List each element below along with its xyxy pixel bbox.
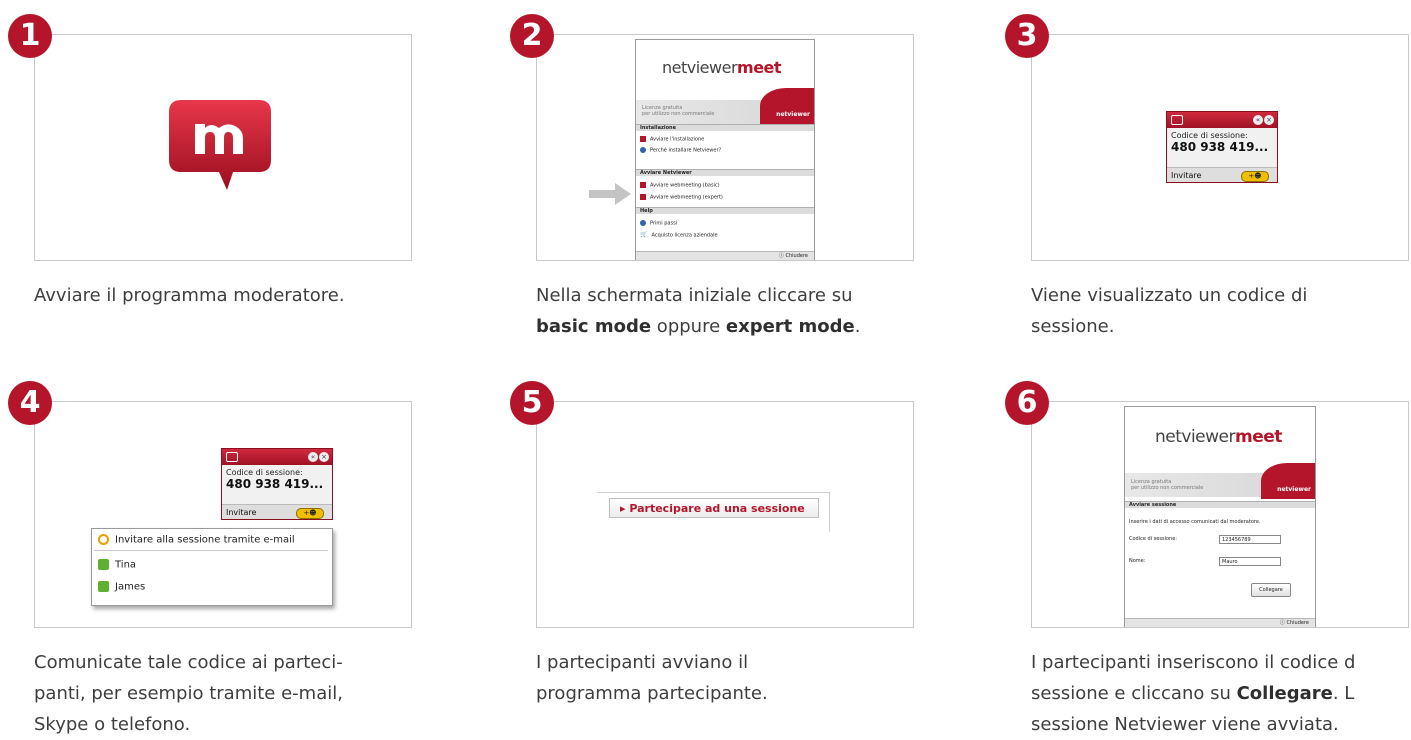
step-caption: I partecipanti inseriscono il codice d s… [1031, 652, 1356, 735]
help-icon [640, 147, 646, 153]
section-avviare-netviewer: Avviare Netviewer [636, 169, 814, 176]
step-6-screenshot: netviewermeet Licenza gratuita per utiliz… [1031, 401, 1409, 628]
menu-item-basic[interactable]: Avviare webmeeting (basic) [640, 182, 720, 189]
invite-email-item[interactable]: Invitare alla sessione tramite e-mail [98, 534, 295, 546]
meet-icon [640, 182, 646, 188]
connect-button[interactable]: Collegare [1251, 583, 1291, 597]
step-number-badge: 3 [1005, 14, 1049, 58]
minimize-icon[interactable]: « [308, 452, 318, 462]
meet-icon [640, 136, 646, 142]
close-icon[interactable]: × [1264, 115, 1274, 125]
close-icon[interactable]: × [319, 452, 329, 462]
netviewer-tab: netviewer [760, 88, 814, 124]
netviewer-brand: netviewermeet [662, 58, 782, 77]
netviewer-launcher-window: netviewermeet Licenza gratuita per utiliz… [635, 39, 815, 260]
session-code-input[interactable]: 123456789 [1219, 535, 1281, 544]
step-caption: I partecipanti avviano il programma part… [536, 652, 768, 704]
name-label: Nome: [1129, 558, 1146, 564]
session-code: 480 938 419... [1171, 140, 1269, 154]
session-code-widget: «× Codice di sessione: 480 938 419... In… [221, 448, 333, 520]
step-1-screenshot [34, 34, 412, 261]
contact-icon [98, 559, 109, 570]
menu-item-first-steps[interactable]: Primi passi [640, 220, 677, 227]
section-help: Help [636, 207, 814, 214]
step-5-screenshot: ▸ Partecipare ad una sessione [536, 401, 914, 628]
step-caption: Nella schermata iniziale cliccare su bas… [536, 285, 861, 337]
netviewer-tab: netviewer [1261, 463, 1315, 499]
contact-icon [98, 581, 109, 592]
add-participant-button[interactable]: +☻ [1241, 171, 1269, 182]
step-2-screenshot: netviewermeet Licenza gratuita per utiliz… [536, 34, 914, 261]
invite-menu: Invitare alla sessione tramite e-mail Ti… [91, 528, 333, 606]
step-number-badge: 5 [510, 381, 554, 425]
license-note: Licenza gratuita per utilizzo non commerc… [642, 105, 715, 117]
contact-item[interactable]: James [98, 581, 145, 593]
add-participant-button[interactable]: +☻ [296, 508, 324, 519]
cart-icon: 🛒 [640, 231, 648, 238]
section-installazione: Installazione [636, 124, 814, 131]
meet-icon [640, 194, 646, 200]
step-number-badge: 2 [510, 14, 554, 58]
section-avviare-sessione: Avviare sessione [1125, 501, 1315, 508]
step-caption: Viene visualizzato un codice di sessione… [1031, 285, 1308, 337]
clock-icon [98, 534, 109, 545]
step-caption: Comunicate tale codice ai parteci- panti… [34, 652, 343, 735]
session-dialog: netviewermeet Licenza gratuita per utiliz… [1124, 406, 1316, 627]
menu-item-buy-license[interactable]: 🛒 Acquisto licenza aziendale [640, 232, 718, 239]
help-icon [640, 220, 646, 226]
step-number-badge: 4 [8, 381, 52, 425]
menu-item-expert[interactable]: Avviare webmeeting (expert) [640, 194, 723, 201]
menu-item-install[interactable]: Avviare l'installazione [640, 136, 704, 143]
session-code: 480 938 419... [226, 477, 324, 491]
step-3-screenshot: «× Codice di sessione: 480 938 419... In… [1031, 34, 1409, 261]
contact-item[interactable]: Tina [98, 559, 136, 571]
code-label: Codice di sessione: [1129, 536, 1177, 542]
session-code-widget: «× Codice di sessione: 480 938 419... In… [1166, 111, 1278, 183]
instruction-text: Inserire i dati di accesso comunicati da… [1129, 519, 1261, 525]
netviewer-meet-logo-icon [169, 100, 271, 190]
step-number-badge: 1 [8, 14, 52, 58]
close-link[interactable]: ⓘ Chiudere [1125, 618, 1315, 627]
minimize-icon[interactable]: « [1253, 115, 1263, 125]
arrow-right-icon [589, 183, 631, 205]
name-input[interactable]: Mauro [1219, 557, 1281, 566]
netviewer-brand: netviewermeet [1155, 427, 1282, 447]
step-caption: Avviare il programma moderatore. [34, 285, 345, 306]
menu-item-why-install[interactable]: Perché installare Netviewer? [640, 147, 721, 154]
close-link[interactable]: ⓘ Chiudere [636, 251, 814, 260]
license-note: Licenza gratuita per utilizzo non commerc… [1131, 479, 1204, 491]
chat-icon [1171, 115, 1183, 125]
step-4-screenshot: «× Codice di sessione: 480 938 419... In… [34, 401, 412, 628]
chat-icon [226, 452, 238, 462]
step-number-badge: 6 [1005, 381, 1049, 425]
join-session-button[interactable]: ▸ Partecipare ad una sessione [609, 498, 819, 518]
